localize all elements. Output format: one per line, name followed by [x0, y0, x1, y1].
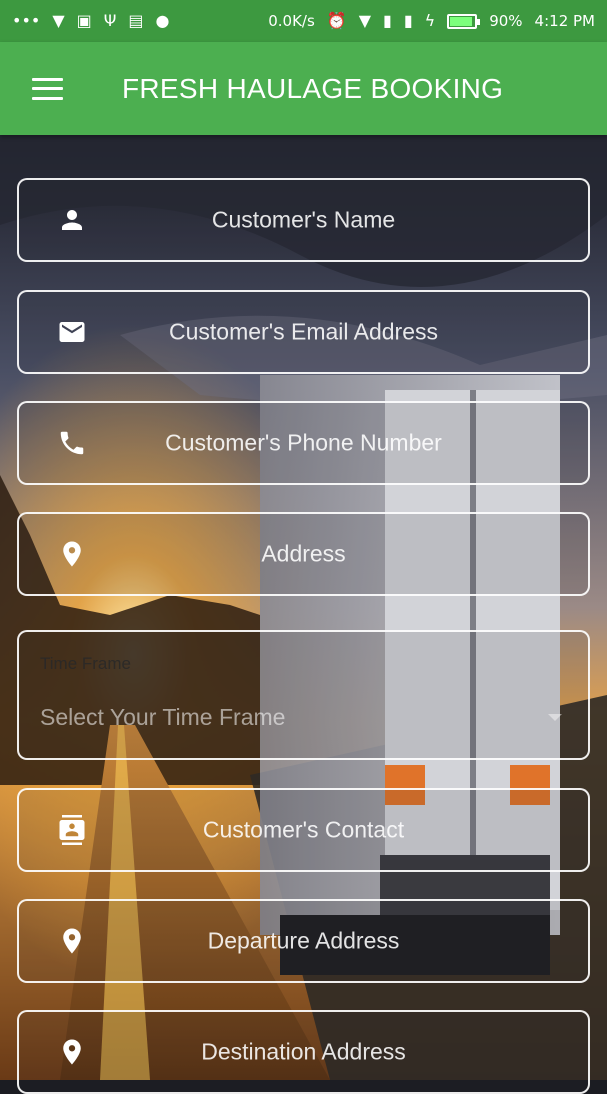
customer-contact-field[interactable]: Customer's Contact — [17, 788, 590, 872]
customer-name-placeholder: Customer's Name — [211, 206, 396, 233]
customer-name-field[interactable]: Customer's Name — [17, 178, 590, 262]
signal-icon: ▮ — [383, 11, 392, 30]
network-speed: 0.0K/s — [268, 12, 315, 30]
customer-phone-field[interactable]: Customer's Phone Number — [17, 401, 590, 485]
customer-contact-placeholder: Customer's Contact — [202, 816, 405, 843]
hamburger-menu-icon — [31, 77, 63, 100]
usb-icon: Ψ — [103, 11, 117, 30]
dropdown-arrow-icon — [548, 714, 562, 721]
battery-icon — [447, 13, 481, 29]
battery-fill — [450, 16, 472, 26]
time-frame-label: Time Frame — [40, 654, 131, 673]
address-field[interactable]: Address — [17, 512, 590, 596]
time-frame-placeholder: Select Your Time Frame — [40, 704, 286, 730]
app-title: FRESH HAULAGE BOOKING — [122, 72, 504, 104]
image-icon: ▣ — [76, 11, 92, 30]
address-placeholder: Address — [261, 540, 346, 567]
more-dots-icon: ••• — [12, 11, 41, 30]
alarm-icon: ⏰ — [326, 11, 347, 30]
signal-icon: ▮ — [403, 11, 413, 30]
android-icon: ● — [155, 11, 170, 30]
departure-address-field[interactable]: Departure Address — [17, 899, 590, 983]
customer-email-placeholder: Customer's Email Address — [169, 318, 438, 345]
status-bar: ••• ▼ ▣ Ψ ▤ ● 0.0K/s ⏰ ▼ ▮ ▮ ϟ 90% 4:12 … — [0, 0, 607, 42]
message-icon: ▤ — [128, 11, 144, 30]
departure-address-placeholder: Departure Address — [207, 927, 400, 954]
time-frame-select[interactable]: Time Frame Select Your Time Frame — [17, 630, 590, 760]
charging-icon: ϟ — [424, 11, 436, 30]
customer-phone-placeholder: Customer's Phone Number — [165, 429, 442, 456]
customer-email-field[interactable]: Customer's Email Address — [17, 290, 590, 374]
wifi-icon: ▼ — [358, 11, 372, 30]
vpn-shield-icon: ▼ — [52, 11, 65, 30]
clock: 4:12 PM — [534, 12, 595, 30]
battery-percent: 90% — [489, 12, 523, 30]
destination-address-field[interactable]: Destination Address — [17, 1010, 590, 1094]
app-bar: FRESH HAULAGE BOOKING — [0, 42, 607, 135]
destination-address-placeholder: Destination Address — [201, 1038, 406, 1065]
menu-button[interactable] — [0, 42, 94, 135]
